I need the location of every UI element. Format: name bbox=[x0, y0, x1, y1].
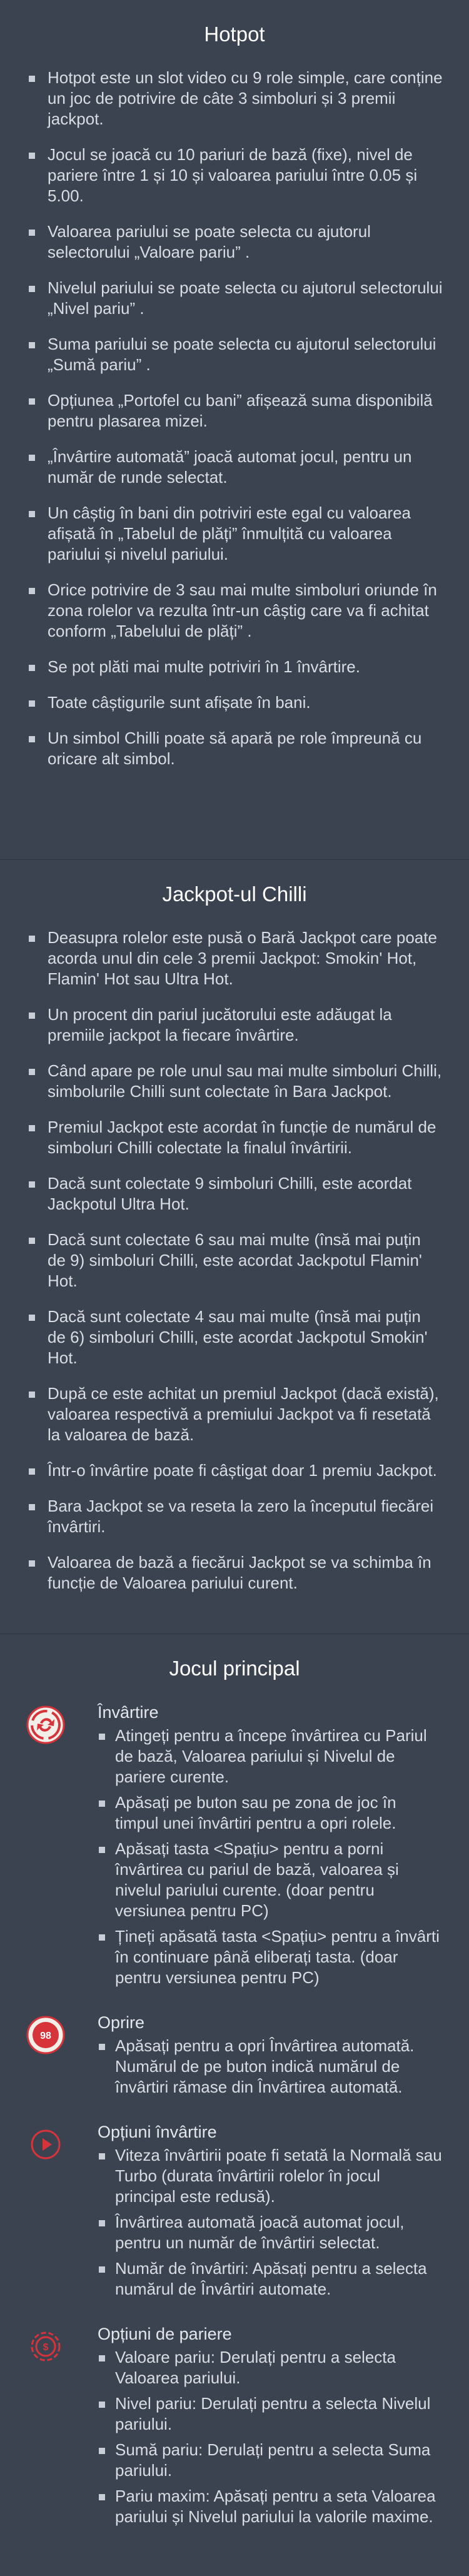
feature-title: Oprire bbox=[98, 2013, 145, 2032]
list-item: Jocul se joacă cu 10 pariuri de bază (fi… bbox=[26, 144, 443, 206]
spin-icon bbox=[26, 1705, 65, 1744]
list-item: Apăsați pentru a opri Învârtirea automat… bbox=[98, 2036, 443, 2098]
coin-icon: $ bbox=[26, 2327, 65, 2366]
stop-icon: 98 bbox=[26, 2016, 65, 2054]
list-item: Valoarea pariului se poate selecta cu aj… bbox=[26, 221, 443, 263]
list-item: Nivelul pariului se poate selecta cu aju… bbox=[26, 278, 443, 319]
list-item: Dacă sunt colectate 4 sau mai multe (îns… bbox=[26, 1306, 443, 1368]
list-item: Dacă sunt colectate 9 simboluri Chilli, … bbox=[26, 1173, 443, 1215]
play-icon bbox=[26, 2125, 65, 2164]
list-item: Un procent din pariul jucătorului este a… bbox=[26, 1004, 443, 1046]
list-item: Valoarea de bază a fiecărui Jackpot se v… bbox=[26, 1552, 443, 1594]
feature-list: Viteza învârtirii poate fi setată la Nor… bbox=[98, 2145, 443, 2300]
list-item: Hotpot este un slot video cu 9 role simp… bbox=[26, 68, 443, 129]
feature-stop: 98 Oprire Apăsați pentru a opri Învârtir… bbox=[26, 2012, 443, 2103]
list-item: Se pot plăti mai multe potriviri în 1 în… bbox=[26, 657, 443, 677]
list-item: Când apare pe role unul sau mai multe si… bbox=[26, 1061, 443, 1102]
list-item: „Învârtire automată” joacă automat jocul… bbox=[26, 447, 443, 488]
list-item: Suma pariului se poate selecta cu ajutor… bbox=[26, 334, 443, 375]
list-item: Într-o învârtire poate fi câștigat doar … bbox=[26, 1460, 443, 1481]
feature-title: Opțiuni de pariere bbox=[98, 2325, 232, 2343]
list-item: Învârtirea automată joacă automat jocul,… bbox=[98, 2212, 443, 2253]
list-item: Apăsați pe buton sau pe zona de joc în t… bbox=[98, 1792, 443, 1834]
feature-spin: Învârtire Atingeți pentru a începe învâr… bbox=[26, 1702, 443, 1993]
jackpot-list: Deasupra rolelor este pusă o Bară Jackpo… bbox=[26, 927, 443, 1594]
list-item: După ce este achitat un premiul Jackpot … bbox=[26, 1383, 443, 1445]
list-item: Deasupra rolelor este pusă o Bară Jackpo… bbox=[26, 927, 443, 989]
feature-list: Apăsați pentru a opri Învârtirea automat… bbox=[98, 2036, 443, 2098]
jackpot-section: Jackpot-ul Chilli Deasupra rolelor este … bbox=[0, 859, 469, 1634]
feature-spin-options: Opțiuni învârtire Viteza învârtirii poat… bbox=[26, 2121, 443, 2305]
feature-title: Opțiuni învârtire bbox=[98, 2123, 217, 2141]
main-game-section: Jocul principal Învârtire Atingeți pentr… bbox=[0, 1634, 469, 2576]
list-item: Un câștig în bani din potriviri este ega… bbox=[26, 503, 443, 565]
list-item: Bara Jackpot se va reseta la zero la înc… bbox=[26, 1496, 443, 1537]
list-item: Sumă pariu: Derulați pentru a selecta Su… bbox=[98, 2440, 443, 2481]
hotpot-title: Hotpot bbox=[204, 23, 265, 46]
list-item: Valoare pariu: Derulați pentru a selecta… bbox=[98, 2347, 443, 2388]
list-item: Dacă sunt colectate 6 sau mai multe (îns… bbox=[26, 1230, 443, 1291]
feature-list: Atingeți pentru a începe învârtirea cu P… bbox=[98, 1725, 443, 1988]
hotpot-list: Hotpot este un slot video cu 9 role simp… bbox=[26, 68, 443, 769]
jackpot-title: Jackpot-ul Chilli bbox=[162, 882, 307, 906]
stop-count-label: 98 bbox=[40, 2031, 51, 2041]
list-item: Pariu maxim: Apăsați pentru a seta Valoa… bbox=[98, 2486, 443, 2527]
hotpot-section: Hotpot Hotpot este un slot video cu 9 ro… bbox=[0, 0, 469, 859]
feature-bet-options: $ Opțiuni de pariere Valoare pariu: Deru… bbox=[26, 2323, 443, 2532]
svg-text:$: $ bbox=[43, 2342, 49, 2353]
list-item: Orice potrivire de 3 sau mai multe simbo… bbox=[26, 580, 443, 642]
list-item: Viteza învârtirii poate fi setată la Nor… bbox=[98, 2145, 443, 2207]
list-item: Un simbol Chilli poate să apară pe role … bbox=[26, 728, 443, 769]
list-item: Opțiunea „Portofel cu bani” afișează sum… bbox=[26, 390, 443, 432]
list-item: Toate câștigurile sunt afișate în bani. bbox=[26, 692, 443, 713]
feature-title: Învârtire bbox=[98, 1703, 159, 1722]
list-item: Nivel pariu: Derulați pentru a selecta N… bbox=[98, 2393, 443, 2435]
list-item: Țineți apăsată tasta <Spațiu> pentru a î… bbox=[98, 1926, 443, 1988]
list-item: Premiul Jackpot este acordat în funcție … bbox=[26, 1117, 443, 1158]
main-game-title: Jocul principal bbox=[169, 1657, 300, 1680]
feature-list: Valoare pariu: Derulați pentru a selecta… bbox=[98, 2347, 443, 2527]
list-item: Atingeți pentru a începe învârtirea cu P… bbox=[98, 1725, 443, 1787]
list-item: Număr de învârtiri: Apăsați pentru a sel… bbox=[98, 2258, 443, 2300]
list-item: Apăsați tasta <Spațiu> pentru a porni în… bbox=[98, 1839, 443, 1921]
